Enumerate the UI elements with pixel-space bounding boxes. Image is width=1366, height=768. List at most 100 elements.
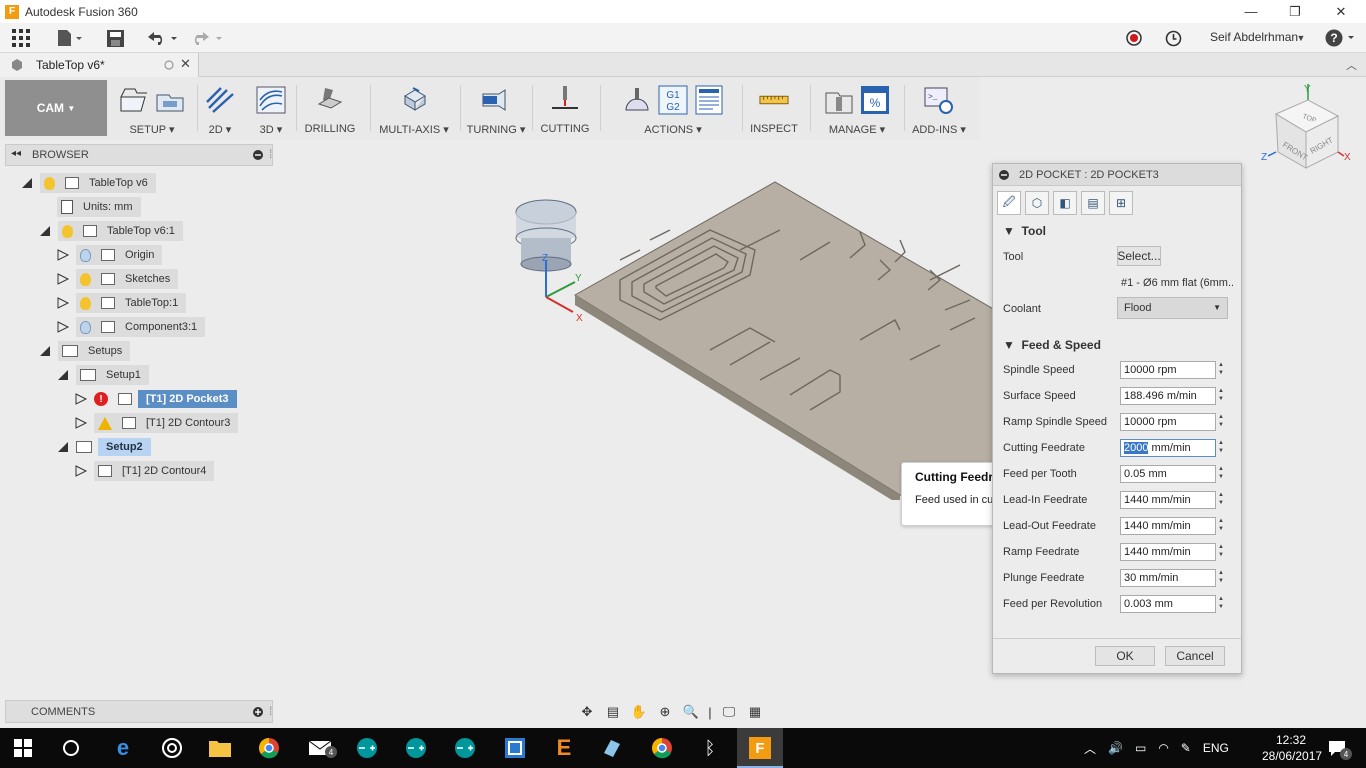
dialog-minimize-icon[interactable] [999,170,1009,180]
tree-node-component3-1[interactable]: Component3:1 [56,317,206,337]
tab-tool-icon[interactable]: 🖉 [997,191,1021,215]
fusion-taskbar-button[interactable]: F [737,728,783,768]
ok-button[interactable]: OK [1095,646,1155,666]
group-3d[interactable]: 3D ▾ [250,77,292,139]
setup-sheet-icon[interactable] [694,85,724,115]
tree-node-2d-pocket3[interactable]: ! [T1] 2D Pocket3 [74,389,245,409]
feed-per-revolution-stepper[interactable]: ▲ ▼ [1217,595,1225,613]
simulate-icon[interactable] [622,85,652,115]
cancel-button[interactable]: Cancel [1165,646,1225,666]
expand-triangle-icon[interactable] [74,393,88,405]
browser-panel-header[interactable]: ◂◂ BROWSER ⁞ [5,144,273,166]
tree-node-tabletop-1[interactable]: TableTop:1 [56,293,187,313]
ramp-spindle-speed-input[interactable]: 10000 rpm [1120,413,1216,431]
plunge-feedrate-input[interactable]: 30 mm/min [1120,569,1216,587]
coolant-select[interactable]: Flood ▼ [1117,297,1228,319]
battery-icon[interactable]: ▭ [1135,741,1146,755]
tree-node-root[interactable]: TableTop v6 [20,173,156,193]
tree-node-sketches[interactable]: Sketches [56,269,179,289]
3d-app-icon[interactable] [597,734,627,762]
tab-geometry-icon[interactable]: ⬡ [1025,191,1049,215]
tool-section-header[interactable]: ▼ Tool [1003,224,1046,238]
search-cortana-icon[interactable] [56,734,86,762]
input-language[interactable]: ENG [1203,741,1229,755]
tree-node-tabletop-v6-1[interactable]: TableTop v6:1 [38,221,183,241]
expand-triangle-icon[interactable] [56,273,70,285]
cutting-feedrate-input[interactable]: 2000 mm/min [1120,439,1216,457]
surface-speed-input[interactable]: 188.496 m/min [1120,387,1216,405]
visibility-bulb-icon[interactable] [62,224,73,238]
pen-icon[interactable]: ✎ [1181,741,1191,755]
edge-browser-icon[interactable]: e [108,734,138,762]
expand-triangle-icon[interactable] [74,417,88,429]
lead-in-feedrate-input[interactable]: 1440 mm/min [1120,491,1216,509]
feed-per-revolution-input[interactable]: 0.003 mm [1120,595,1216,613]
drill-icon[interactable] [315,85,345,115]
group-turning[interactable]: TURNING ▾ [464,77,528,139]
expand-triangle-icon[interactable] [38,345,52,357]
panel-grip-icon[interactable]: ⁞ [269,704,272,718]
group-actions[interactable]: G1 G2 ACTIONS ▾ [606,77,740,139]
expand-triangle-icon[interactable] [56,321,70,333]
comments-panel-header[interactable]: COMMENTS ⁞ [5,700,273,723]
file-explorer-icon[interactable] [205,734,235,762]
panel-grip-icon[interactable]: ⁞ [269,147,272,161]
tree-node-units[interactable]: Units: mm [57,197,141,217]
viewcube[interactable]: Y TOP FRONT RIGHT Z X [1258,80,1358,180]
action-center-icon[interactable]: 4 [1322,734,1352,762]
zoom-window-icon[interactable]: ⊕ [654,702,676,722]
tab-tabletop[interactable]: TableTop v6* ✕ [0,53,199,77]
visibility-bulb-icon[interactable] [80,272,91,286]
browser-minimize-icon[interactable] [253,150,263,160]
expand-triangle-icon[interactable] [56,297,70,309]
user-menu-chevron-icon[interactable]: ▼ [1296,27,1306,49]
measure-ruler-icon[interactable] [759,85,789,115]
group-add-ins[interactable]: >_ ADD-INS ▾ [908,77,970,139]
file-menu-icon[interactable] [55,27,85,49]
chrome-icon[interactable] [254,734,284,762]
tree-node-origin[interactable]: Origin [56,245,163,265]
show-hidden-icons-icon[interactable]: ︿ [1084,740,1096,757]
volume-icon[interactable]: 🔊 [1108,741,1123,755]
surface-speed-stepper[interactable]: ▲ ▼ [1217,387,1225,405]
close-button[interactable]: ✕ [1318,0,1364,23]
expand-triangle-icon[interactable] [56,441,70,453]
undo-icon[interactable] [145,27,181,49]
scripts-addins-icon[interactable]: >_ [924,85,954,115]
record-icon[interactable] [1123,27,1145,49]
tree-node-setups[interactable]: Setups [38,341,131,361]
group-setup[interactable]: SETUP ▾ [110,77,194,139]
wifi-icon[interactable]: ◠ [1158,741,1168,755]
ramp-feedrate-input[interactable]: 1440 mm/min [1120,543,1216,561]
arduino-icon[interactable] [352,734,382,762]
tab-passes-icon[interactable]: ▤ [1081,191,1105,215]
chrome-icon[interactable] [647,734,677,762]
tree-node-2d-contour4[interactable]: [T1] 2D Contour4 [74,461,215,481]
lead-out-feedrate-stepper[interactable]: ▲ ▼ [1217,517,1225,535]
pan-hand-icon[interactable]: ✋ [628,702,650,722]
2d-toolpath-icon[interactable] [205,85,235,115]
restore-button[interactable]: ❐ [1272,0,1318,23]
cutting-feedrate-stepper[interactable]: ▲ ▼ [1217,439,1225,457]
lead-in-feedrate-stepper[interactable]: ▲ ▼ [1217,491,1225,509]
ramp-spindle-speed-stepper[interactable]: ▲ ▼ [1217,413,1225,431]
visibility-bulb-icon[interactable] [80,320,91,334]
setup-folder-icon[interactable] [155,85,185,115]
user-name[interactable]: Seif Abdelrhman [1210,30,1298,44]
visibility-bulb-icon[interactable] [44,176,55,190]
cutting-icon[interactable] [550,85,580,115]
tab-heights-icon[interactable]: ◧ [1053,191,1077,215]
start-windows-icon[interactable] [8,734,38,762]
look-at-icon[interactable]: ▤ [602,702,624,722]
spindle-speed-input[interactable]: 10000 rpm [1120,361,1216,379]
feed-per-tooth-input[interactable]: 0.05 mm [1120,465,1216,483]
plunge-feedrate-stepper[interactable]: ▲ ▼ [1217,569,1225,587]
zoom-icon[interactable]: 🔍 [680,702,702,722]
visibility-bulb-icon[interactable] [80,248,91,262]
tree-node-setup1[interactable]: Setup1 [56,365,149,385]
post-process-g1g2-icon[interactable]: G1 G2 [658,85,688,115]
minimize-button[interactable]: — [1228,0,1274,23]
help-button[interactable]: ? [1324,27,1358,49]
arduino-icon[interactable] [450,734,480,762]
mail-icon[interactable]: 4 [305,734,337,762]
